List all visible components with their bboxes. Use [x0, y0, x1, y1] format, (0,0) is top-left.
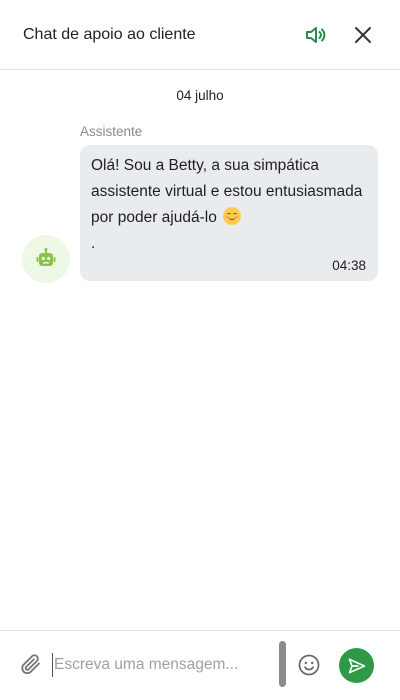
message-composer: [0, 630, 400, 700]
robot-icon: [34, 247, 58, 271]
message-bubble: Olá! Sou a Betty, a sua simpática assist…: [80, 145, 378, 281]
date-separator: 04 julho: [0, 88, 400, 103]
smiley-icon: [297, 653, 321, 677]
close-button[interactable]: [350, 22, 376, 48]
chat-header: Chat de apoio ao cliente: [0, 0, 400, 70]
message-text-tail: .: [91, 235, 95, 252]
speaker-icon: [304, 23, 328, 47]
smiling-face-emoji: [223, 207, 241, 225]
emoji-picker-button[interactable]: [297, 653, 321, 677]
send-icon: [347, 656, 367, 676]
send-button[interactable]: [339, 648, 374, 683]
message-input[interactable]: [52, 653, 272, 677]
close-icon: [353, 25, 373, 45]
paperclip-icon: [19, 652, 43, 676]
message-sender: Assistente: [80, 124, 142, 139]
sound-toggle-button[interactable]: [303, 22, 329, 48]
message-timestamp: 04:38: [332, 258, 366, 273]
attach-button[interactable]: [19, 652, 43, 676]
chat-title: Chat de apoio ao cliente: [23, 26, 196, 44]
assistant-avatar: [22, 235, 70, 283]
chat-window: Chat de apoio ao cliente 04 julho Assist…: [0, 0, 400, 700]
message-text: Olá! Sou a Betty, a sua simpática assist…: [91, 153, 366, 257]
message-list: 04 julho Assistente Olá! Sou a Betty, a …: [0, 70, 400, 630]
input-scrollbar[interactable]: [279, 641, 286, 687]
